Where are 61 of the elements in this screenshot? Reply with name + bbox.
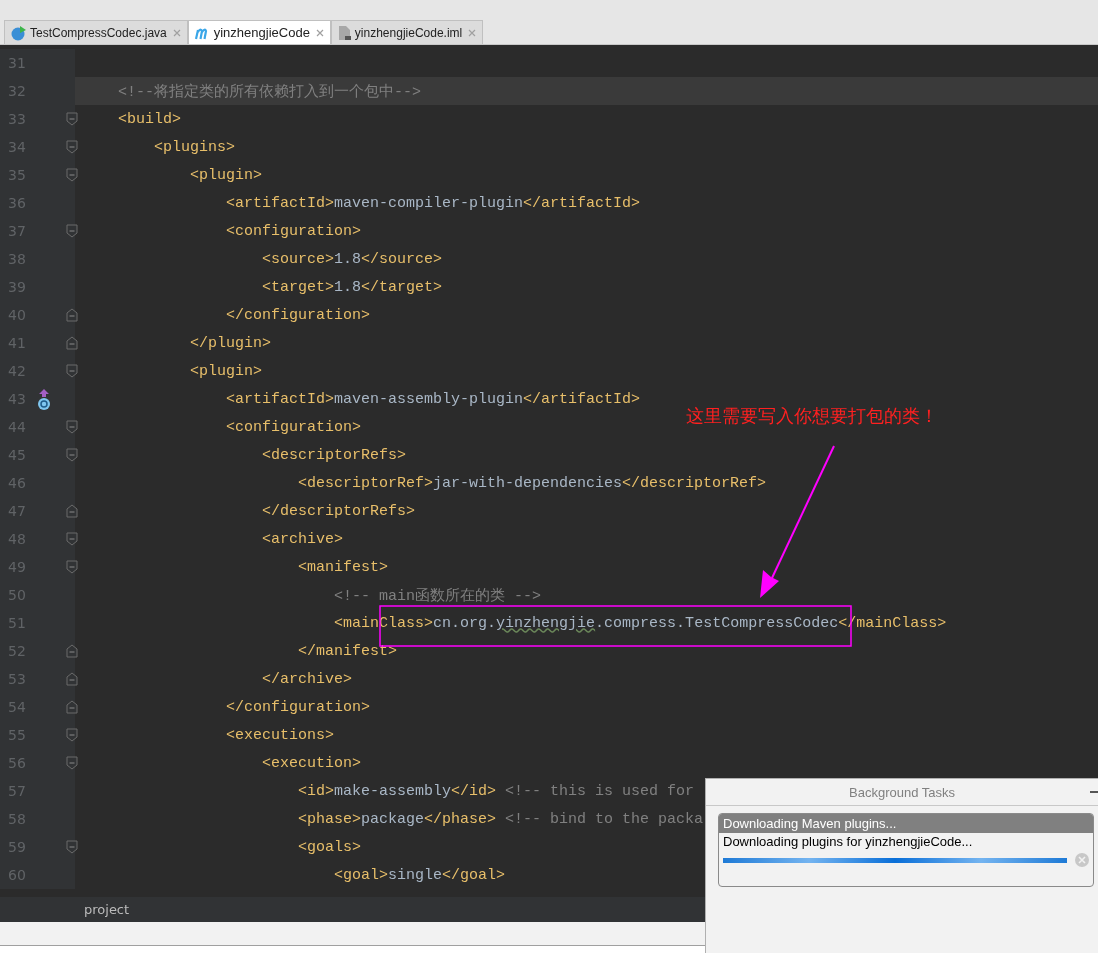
fold-icon[interactable] [66,700,78,714]
fold-icon[interactable] [66,672,78,686]
fold-icon[interactable] [66,112,78,126]
task-title: Downloading Maven plugins... [723,816,897,831]
fold-icon[interactable] [66,448,78,462]
fold-icon[interactable] [66,168,78,182]
code-line: <!-- main函数所在的类 --> [333,586,542,605]
code-line: <executions> [225,726,335,744]
fold-icon[interactable] [66,728,78,742]
code-line: </configuration> [225,306,371,324]
code-line: <descriptorRefs> [261,446,407,464]
close-icon[interactable] [172,28,181,37]
class-icon [11,24,27,41]
file-icon [337,24,352,41]
close-icon[interactable] [468,28,477,37]
code-line: <plugin> [189,362,263,380]
code-line: </descriptorRefs> [261,502,416,520]
code-line: </manifest> [297,642,398,660]
code-line: </configuration> [225,698,371,716]
code-line: <archive> [261,530,344,548]
fold-icon[interactable] [66,644,78,658]
breadcrumb[interactable]: project [84,902,130,917]
fold-icon[interactable] [66,140,78,154]
code-line: </plugin> [189,334,272,352]
code-line: <goal>single</goal> [333,866,506,884]
code-line: <artifactId>maven-assembly-plugin</artifactId> [225,390,641,408]
code-line: <plugins> [153,138,236,156]
panel-title: Background Tasks [849,784,955,800]
code-line: </archive> [261,670,353,688]
fold-icon[interactable] [66,420,78,434]
fold-icon[interactable] [66,756,78,770]
code-line: <execution> [261,754,362,772]
code-line: <descriptorRef>jar-with-dependencies</descriptorRef> [297,474,767,492]
fold-icon[interactable] [66,840,78,854]
code-line: <id>make-assembly</id> <!-- this is used for [297,782,695,800]
code-line: <configuration> [225,222,362,240]
code-line: <phase>package</phase> <!-- bind to the packa [297,810,704,828]
code-line: <plugin> [189,166,263,184]
editor-tab[interactable]: yinzhengjieCode [187,20,331,44]
fold-icon[interactable] [66,336,78,350]
code-line: <build> [117,110,182,128]
fold-icon[interactable] [66,364,78,378]
code-line: <artifactId>maven-compiler-plugin</artifactId> [225,194,641,212]
editor-tab[interactable]: TestCompressCodec.java [4,20,188,44]
fold-icon[interactable] [66,532,78,546]
minimize-icon[interactable] [1090,791,1098,794]
editor-tab[interactable]: yinzhengjieCode.iml [330,20,484,44]
fold-icon[interactable] [66,560,78,574]
cancel-icon[interactable] [1075,853,1089,867]
code-line: <manifest> [297,558,389,576]
fold-icon[interactable] [66,504,78,518]
code-line: <configuration> [225,418,362,436]
code-line: <goals> [297,838,362,856]
code-line: <target>1.8</target> [261,278,443,296]
override-icon[interactable] [36,389,52,411]
fold-icon[interactable] [66,308,78,322]
code-line: <source>1.8</source> [261,250,443,268]
task-detail: Downloading plugins for yinzhengjieCode... [722,833,974,849]
fold-icon[interactable] [66,224,78,238]
close-icon[interactable] [315,28,324,37]
annotation-text: 这里需要写入你想要打包的类！ [686,404,938,428]
